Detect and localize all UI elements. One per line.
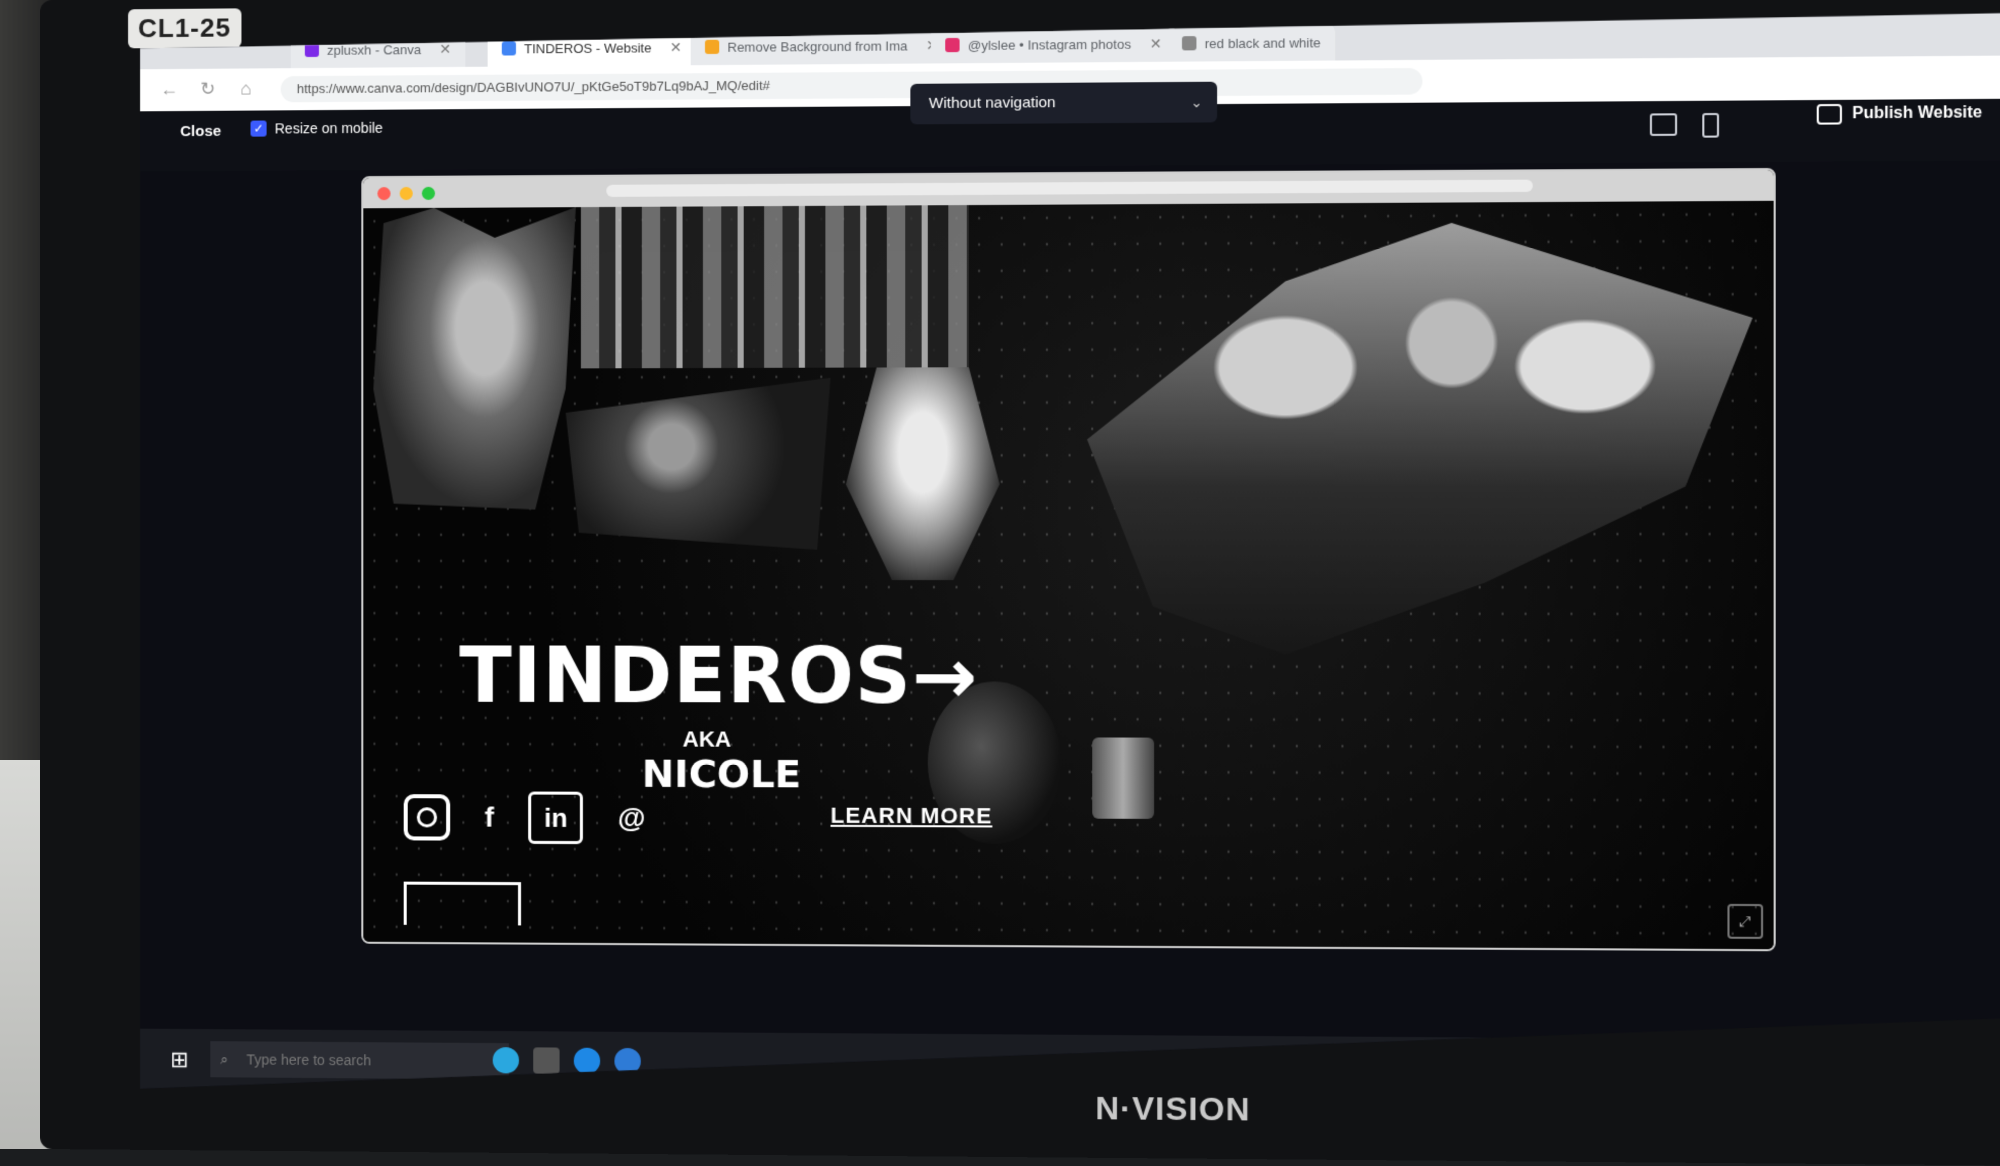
tab-tinderos[interactable]: TINDEROS - Website ✕ [488,29,696,67]
nickname-text: NICOLE [641,751,802,797]
publish-label: Publish Website [1852,104,1983,123]
publish-website-button[interactable]: Publish Website [1816,103,1982,125]
close-button[interactable]: Close [180,123,221,140]
publish-icon [1816,104,1841,125]
tab-label: red black and white [1204,34,1321,51]
tab-label: Remove Background from Ima [727,37,908,55]
taskbar-search[interactable]: ⌕ Type here to search [210,1041,509,1079]
system-tray: 29°C Haze ⌃ ⊕ 🔊 1:00 4/1/ [1705,1049,1993,1069]
aka-text: AKA [682,726,732,752]
search-placeholder: Type here to search [246,1051,372,1069]
social-links: f in @ [404,791,646,844]
mobile-icon[interactable] [1702,113,1719,138]
close-dot-icon [377,187,390,200]
cup-image [1092,737,1154,818]
navigation-mode-value: Without navigation [928,94,1056,113]
clock-time[interactable]: 1:00 [1922,1052,1951,1069]
resize-label: Resize on mobile [274,119,383,137]
facebook-icon[interactable]: f [485,801,494,833]
back-icon[interactable]: ← [160,79,178,100]
search-icon: ⌕ [220,1051,229,1068]
close-tab-icon[interactable]: ✕ [670,39,682,56]
tab-label: zplusxh - Canva [327,41,422,58]
tab-remove-bg[interactable]: Remove Background from Ima ✕ [691,27,953,65]
website-preview-frame: TINDEROS→ AKA NICOLE LEARN MORE f in @ ⤢ [361,168,1775,951]
weather-text[interactable]: 29°C Haze [1741,1050,1812,1067]
canva-favicon-icon [305,43,319,57]
taskbar: ⊞ ⌕ Type here to search 29°C Haze ⌃ ⊕ 🔊 … [140,1029,2000,1103]
kitten-photo [373,207,575,510]
navigation-mode-select[interactable]: Without navigation ⌄ [910,82,1217,125]
linkedin-icon[interactable]: in [528,792,583,845]
store-app-icon[interactable] [493,1047,519,1073]
chevron-down-icon: ⌄ [1190,94,1203,111]
app-icon[interactable] [614,1048,640,1074]
maximize-dot-icon [422,187,435,200]
band-crowd-photo [581,205,969,368]
minimize-dot-icon [400,187,413,200]
removebg-favicon-icon [705,40,719,54]
weather-icon [1705,1049,1724,1068]
windows-start-icon[interactable]: ⊞ [170,1047,189,1073]
footer-outline-box [404,882,521,926]
hero-section: TINDEROS→ AKA NICOLE LEARN MORE f in @ ⤢ [363,201,1773,949]
reload-icon[interactable]: ↻ [200,79,215,100]
expand-icon[interactable]: ⤢ [1727,904,1763,939]
tab-label: TINDEROS - Website [524,39,652,56]
instagram-favicon-icon [945,38,959,52]
screen: zplusxh - Canva ✕ TINDEROS - Website ✕ R… [140,12,2000,1103]
monitor-brand-logo: N·VISION [1095,1089,1251,1128]
instagram-icon[interactable] [404,794,450,840]
checkbox-checked-icon[interactable]: ✓ [251,121,267,137]
learn-more-link[interactable]: LEARN MORE [831,803,993,830]
search-favicon-icon [1182,36,1196,50]
volume-icon[interactable]: 🔊 [1887,1051,1905,1069]
frame-url-bar [606,180,1533,197]
resize-on-mobile-toggle[interactable]: ✓ Resize on mobile [251,120,383,137]
edge-browser-icon[interactable] [574,1048,600,1074]
site-title: TINDEROS→ [459,630,979,721]
task-view-icon[interactable] [533,1047,559,1073]
canva-preview-header: Without navigation ⌄ Publish Website [140,98,2000,171]
url-field[interactable]: https://www.canva.com/design/DAGBIvUNO7U… [281,68,1423,102]
threads-icon[interactable]: @ [618,802,646,834]
tab-label: @ylslee • Instagram photos [967,36,1132,53]
close-tab-icon[interactable]: ✕ [439,40,451,57]
monitor: CL1-25 zplusxh - Canva ✕ TINDEROS - Webs… [40,0,2000,1166]
tab-instagram[interactable]: @ylslee • Instagram photos ✕ [931,25,1176,63]
asset-tag: CL1-25 [128,8,242,49]
clock-date[interactable]: 4/1/ [1968,1052,1993,1069]
chevron-up-icon[interactable]: ⌃ [1829,1051,1841,1069]
desktop-icon[interactable] [1650,113,1677,136]
page-favicon-icon [502,41,516,55]
home-icon[interactable]: ⌂ [240,78,251,99]
network-icon[interactable]: ⊕ [1858,1051,1870,1069]
tab-search[interactable]: red black and white [1168,24,1336,62]
tab-canva[interactable]: zplusxh - Canva ✕ [291,31,466,69]
close-tab-icon[interactable]: ✕ [1150,35,1162,52]
